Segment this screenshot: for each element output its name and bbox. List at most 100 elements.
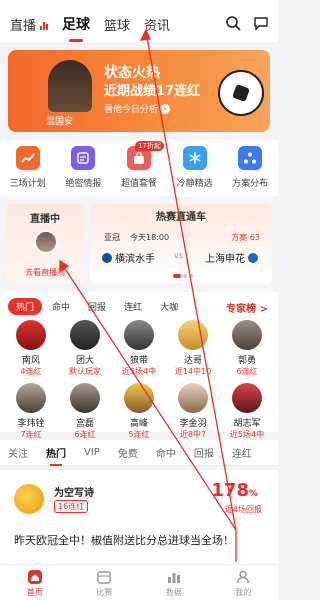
avatar [178,320,208,350]
nav-home[interactable]: 首页 [10,565,60,600]
expert-card[interactable]: 宫磊 6连红 [60,383,110,440]
expert-card[interactable]: 南风 4连红 [6,320,56,377]
streak-badge: 16连红 [54,500,89,513]
streamer-avatar [34,230,58,254]
home-icon [27,569,43,585]
expert-name: 团大 [75,356,94,366]
article-card[interactable]: 为空写诗 16连红 178% 近4场回报 昨天欧冠全中！椒值附送比分总进球当全场… [0,470,278,564]
nav-label: 我的 [235,588,252,597]
nav-matches[interactable]: 比赛 [79,565,129,600]
home-team-name: 横滨水手 [115,254,155,265]
quick-item-label: 方案分布 [232,179,269,189]
tab-news[interactable]: 资讯 [144,15,170,34]
expert-name: 宫磊 [75,419,94,429]
article-title: 昨天欧冠全中！椒值附送比分总进球当全场！ [14,534,234,547]
nav-label: 首页 [26,588,43,597]
expert-card[interactable]: 狼带 近5场4中 [114,320,164,377]
go-live-room-link[interactable]: 去看直播间 [6,267,84,278]
return-percent: 178% [211,480,258,501]
avatar [16,320,46,350]
expert-stat: 4连红 [20,367,42,376]
quick-item-label: 绝密情报 [65,179,102,189]
filter-hit[interactable]: 命中 [44,298,78,315]
expert-photo [48,60,92,112]
quick-menu: 三场计划 绝密情报 17折起 超值套餐 冷静精选 方案分布 [0,140,278,196]
quick-item-plan-distribution[interactable]: 方案分布 [223,146,277,196]
list-icon [71,146,96,170]
top-nav: 直播 足球 篮球 资讯 [0,0,278,42]
tab-follow[interactable]: 关注 [8,445,28,460]
search-icon[interactable] [224,14,242,32]
away-team-name: 上海申花 [205,254,245,265]
schedule-icon [96,569,112,585]
live-card[interactable]: 直播中 去看直播间 [6,204,84,284]
tab-hot[interactable]: 热门 [46,445,66,466]
expert-stat: 7连红 [20,430,42,439]
filter-return[interactable]: 回报 [80,298,114,315]
filter-streak[interactable]: 连红 [116,298,150,315]
expert-name: 高峰 [129,419,148,429]
football-icon [218,70,264,116]
tab-basketball[interactable]: 篮球 [104,15,130,34]
content-tabs: 关注 热门 VIP 免费 命中 回报 连红 [0,440,278,466]
expert-name: 李金羽 [179,419,207,429]
tab-return[interactable]: 回报 [194,445,214,460]
expert-section: 热门 命中 回报 连红 大咖 专家榜 > 南风 4连红 团大 默认玩家 狼带 近5场4… [0,292,278,439]
expert-card[interactable]: 团大 默认玩家 [60,320,110,377]
nav-profile[interactable]: 我的 [218,565,268,600]
expert-stat: 5连红 [128,430,150,439]
avatar [178,383,208,413]
avatar [232,383,262,413]
match-league: 亚冠 [104,233,120,242]
hot-match-card[interactable]: 热赛直通车 亚冠 今天18:00 方案 63 横滨水手 vs 上海申花 [90,204,272,284]
match-plan-count: 方案 63 [231,233,260,242]
quick-item-calm-picks[interactable]: 冷静精选 [168,146,222,196]
expert-stat: 6连红 [236,367,258,376]
expert-ranking-link[interactable]: 专家榜 > [226,300,268,315]
nav-label: 比赛 [96,588,113,597]
app-root: 直播 足球 篮球 资讯 温国安 状态火热 近期战绩17连红 看他今日分析 › 三… [0,0,278,600]
live-bars-icon [39,20,49,30]
network-icon [238,146,263,170]
team-badge-icon [248,252,258,263]
tab-streak[interactable]: 连红 [232,445,252,460]
trend-icon [15,146,40,170]
expert-stat: 近5场4中 [229,430,265,439]
tab-news-label: 资讯 [144,19,171,34]
tab-hit[interactable]: 命中 [156,445,176,460]
promo-banner[interactable]: 温国安 状态火热 近期战绩17连红 看他今日分析 › [8,50,270,132]
avatar [124,383,154,413]
expert-card[interactable]: 达哥 近14中10 [168,320,218,377]
author-name: 为空写诗 [54,488,94,499]
team-badge-icon [102,252,112,263]
expert-row-1: 南风 4连红 团大 默认玩家 狼带 近5场4中 达哥 近14中10 郭勇 6连红 [0,320,278,377]
banner-cta[interactable]: 看他今日分析 › [104,102,171,115]
nav-data[interactable]: 数据 [149,565,199,600]
hot-match-title: 热赛直通车 [156,212,206,223]
quick-item-three-plans[interactable]: 三场计划 [1,146,55,196]
expert-name: 胡志军 [233,419,261,429]
tab-live[interactable]: 直播 [10,15,49,34]
banner-headline: 状态火热 [104,65,160,81]
snowflake-icon [182,146,207,170]
expert-card[interactable]: 郭勇 6连红 [222,320,272,377]
expert-card[interactable]: 高峰 5连红 [114,383,164,440]
tab-football[interactable]: 足球 [62,14,90,42]
quick-item-secret-intel[interactable]: 绝密情报 [56,146,110,196]
expert-card[interactable]: 李金羽 近8中7 [168,383,218,440]
expert-name: 达哥 [183,356,202,366]
expert-name: 李玮铨 [17,419,45,429]
expert-card[interactable]: 李玮铨 7连红 [6,383,56,440]
banner-cta-label: 看他今日分析 [104,105,159,115]
tab-vip[interactable]: VIP [84,447,100,458]
expert-filter-tabs: 热门 命中 回报 连红 大咖 专家榜 > [0,292,278,320]
avatar [16,383,46,413]
expert-stat: 近14中10 [174,367,212,376]
expert-card[interactable]: 胡志军 近5场4中 [222,383,272,440]
vs-label: vs [174,251,183,260]
quick-item-value-package[interactable]: 17折起 超值套餐 [112,141,166,196]
filter-hot[interactable]: 热门 [8,297,43,315]
message-icon[interactable] [252,14,270,32]
filter-top[interactable]: 大咖 [152,298,186,315]
tab-free[interactable]: 免费 [118,445,138,460]
